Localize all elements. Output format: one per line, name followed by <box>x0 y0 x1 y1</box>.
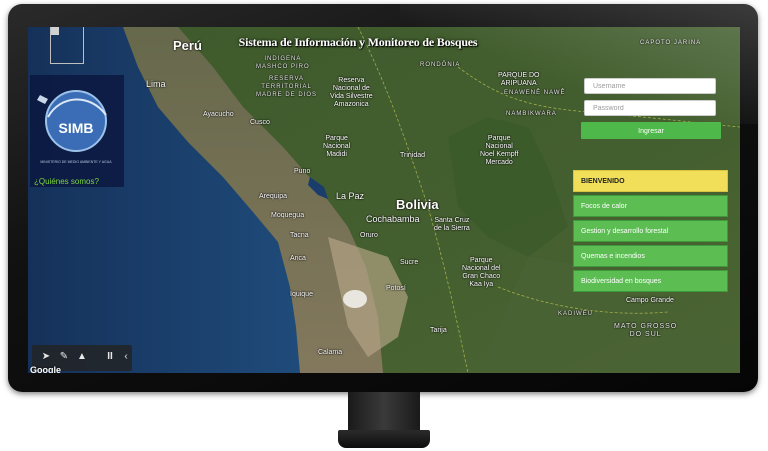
pencil-icon[interactable]: ✎ <box>56 349 72 365</box>
map-label-region: INDIGENA MASHCO PIRO <box>256 56 310 70</box>
menu-item-focos-de-calor[interactable]: Focos de calor <box>573 195 728 217</box>
menu-header-bienvenido[interactable]: BIENVENIDO <box>573 170 728 192</box>
about-link[interactable]: ¿Quiénes somos? <box>34 177 99 186</box>
map-label-city: Tarija <box>430 327 447 334</box>
map-label-city: Sucre <box>400 259 419 266</box>
map-label-country: Bolivia <box>396 197 439 212</box>
collapse-toolbar-button[interactable]: ‹ <box>118 349 134 365</box>
monitor-stand-neck <box>348 392 420 432</box>
map-label-city: Iquique <box>290 291 313 298</box>
map-label-region: CAPOTO JARINA <box>640 40 702 46</box>
app-title: Sistema de Información y Monitoreo de Bo… <box>238 35 478 49</box>
map-label-country: Perú <box>173 38 202 53</box>
map-label-park: PARQUE DO ARIPUANA <box>498 72 540 87</box>
map-label-region: MATO GROSSO DO SUL <box>614 323 678 338</box>
map-label-city: Potosí <box>386 285 406 292</box>
map-label-region: RONDÔNIA <box>420 62 461 68</box>
simb-logo-text: SIMB <box>59 120 94 136</box>
map-salar <box>343 290 367 308</box>
map-label-city: Santa Cruz de la Sierra <box>434 217 470 232</box>
menu-item-biodiversidad[interactable]: Biodiversidad en bosques <box>573 270 728 292</box>
broken-image-icon <box>50 27 84 64</box>
map-label-city: Trinidad <box>400 152 426 159</box>
monitor-stand-base <box>338 430 430 448</box>
map-label-city: Puno <box>294 168 311 175</box>
map-label-city: Campo Grande <box>626 297 674 304</box>
map-label-city: Arica <box>290 255 306 262</box>
login-button[interactable]: Ingresar <box>581 122 721 139</box>
map-label-region: KADIWÉU <box>558 311 594 317</box>
map-label-city: Lima <box>146 79 166 89</box>
module-menu: BIENVENIDO Focos de calor Gestion y desa… <box>573 170 728 295</box>
map-label-region: NAMBIKWARA <box>506 111 557 117</box>
broken-image-glyph <box>51 27 59 35</box>
simb-logo[interactable]: SIMB MINISTERIO DE MEDIO AMBIENTE Y AGUA <box>30 75 124 187</box>
screen: Perú Bolivia Lima La Paz Cochabamba Sant… <box>28 27 740 373</box>
login-form: Ingresar <box>581 78 721 139</box>
map-label-city: La Paz <box>336 191 365 201</box>
map-label-city: Moquegua <box>271 212 305 219</box>
map-label-city: Arequipa <box>259 193 288 200</box>
password-input[interactable] <box>584 100 716 116</box>
simb-logo-caption: MINISTERIO DE MEDIO AMBIENTE Y AGUA <box>40 160 112 164</box>
map-label-city: Cusco <box>250 119 270 126</box>
map-label-park: Reserva Nacional de Vida Silvestre Amazo… <box>330 77 373 108</box>
username-input[interactable] <box>584 78 716 94</box>
map-label-city: Tacna <box>290 232 309 239</box>
menu-item-quemas-incendios[interactable]: Quemas e incendios <box>573 245 728 267</box>
map-label-region: RESERVA TERRITORIAL MADRE DE DIOS <box>256 76 318 98</box>
map-label-city: Ayacucho <box>203 111 234 118</box>
shape-tool-icon[interactable]: ▲ <box>74 349 90 365</box>
map-label-park: Parque Nacional Noel Kempff Mercado <box>480 135 519 166</box>
pause-button[interactable]: II <box>102 349 118 365</box>
map-label-city: Oruro <box>360 232 378 239</box>
menu-item-gestion-forestal[interactable]: Gestion y desarrollo forestal <box>573 220 728 242</box>
map-label-park: Parque Nacional Madidi <box>323 135 351 158</box>
google-attribution: Google <box>30 365 61 373</box>
map-label-city: Cochabamba <box>366 214 420 224</box>
map-label-region: ENAWENÊ NAWÊ <box>504 90 566 96</box>
select-arrow-icon[interactable]: ➤ <box>38 349 54 365</box>
simb-globe-icon: SIMB MINISTERIO DE MEDIO AMBIENTE Y AGUA <box>37 90 112 164</box>
map-label-park: Parque Nacional del Gran Chaco Kaa Iya <box>462 257 501 288</box>
map-label-city: Calama <box>318 349 343 356</box>
